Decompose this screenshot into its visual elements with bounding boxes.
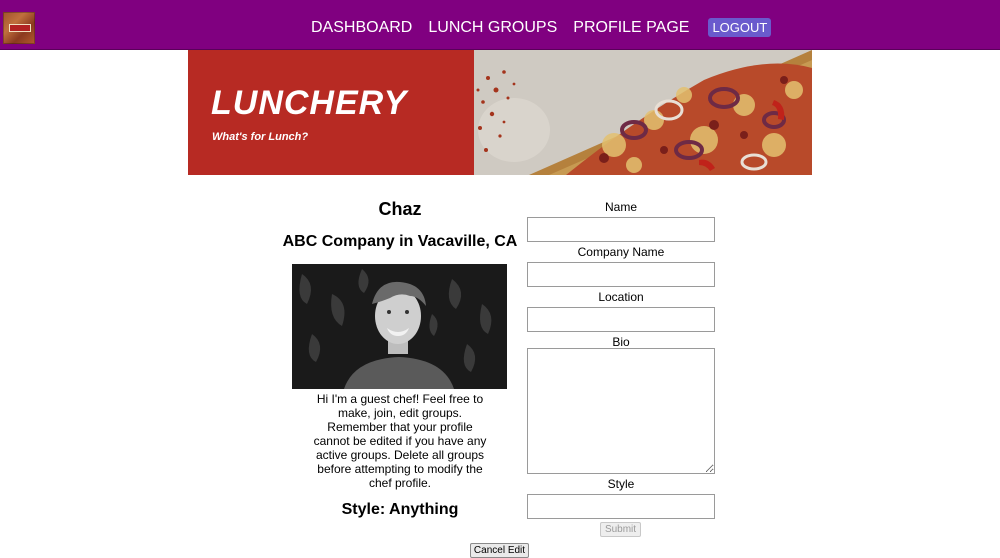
bio-label: Bio [612,335,630,349]
navbar: DASHBOARD LUNCH GROUPS PROFILE PAGE LOGO… [0,0,1000,50]
company-name-input[interactable] [527,262,715,287]
logout-button[interactable]: LOGOUT [708,18,772,37]
banner-subtitle: What's for Lunch? [212,131,309,143]
profile-style: Style: Anything [341,501,459,518]
style-label: Style [607,477,635,491]
name-input[interactable] [527,217,715,242]
hero-banner: LUNCHERY What's for Lunch? [188,50,812,175]
name-label: Name [604,200,637,214]
banner-brand-panel: LUNCHERY What's for Lunch? [188,50,474,175]
banner-title: LUNCHERY [211,84,408,122]
profile-company-location: ABC Company in Vacaville, CA [282,233,518,250]
nav-dashboard-link[interactable]: DASHBOARD [311,19,412,37]
nav-profile-page-link[interactable]: PROFILE PAGE [573,19,689,37]
location-label: Location [598,290,644,304]
app-logo[interactable] [3,12,35,44]
profile-name: Chaz [378,199,422,219]
profile-bio: Hi I'm a guest chef! Feel free to make, … [313,392,487,490]
cancel-edit-button[interactable]: Cancel Edit [470,543,529,558]
nav-lunch-groups-link[interactable]: LUNCH GROUPS [428,19,557,37]
company-name-label: Company Name [577,245,665,259]
style-input[interactable] [527,494,715,519]
profile-photo [292,264,507,389]
nav-links: DASHBOARD LUNCH GROUPS PROFILE PAGE LOGO… [311,18,772,37]
bio-textarea[interactable] [527,348,715,474]
pizza-image [474,50,812,175]
location-input[interactable] [527,307,715,332]
submit-button[interactable]: Submit [600,522,641,537]
